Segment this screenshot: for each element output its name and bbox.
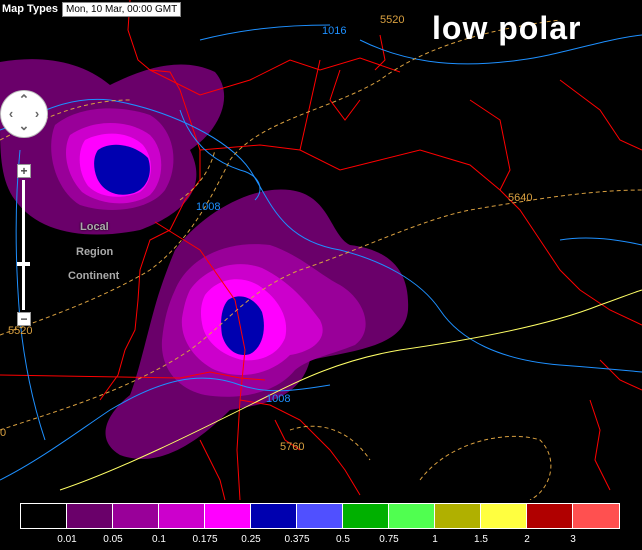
zoom-out-button[interactable]: − <box>17 312 31 326</box>
legend-label: 2 <box>524 534 530 545</box>
legend-label: 0.1 <box>152 534 166 545</box>
contour-label-5520-a: 5520 <box>380 14 404 26</box>
legend-swatch <box>251 504 297 528</box>
zoom-slider-track[interactable] <box>22 180 25 310</box>
legend-swatch <box>481 504 527 528</box>
legend-swatch <box>573 504 619 528</box>
legend-label: 1 <box>432 534 438 545</box>
legend-label: 0.05 <box>103 534 123 545</box>
zoom-level-local[interactable]: Local <box>80 221 109 233</box>
map-title: low polar <box>432 10 582 46</box>
legend-label: 0.375 <box>284 534 310 545</box>
precip-area-south <box>105 189 409 459</box>
zoom-slider-handle[interactable] <box>17 262 30 266</box>
legend-swatch <box>527 504 573 528</box>
contour-label-5640: 5640 <box>508 192 532 204</box>
pan-left-icon[interactable]: ‹ <box>4 107 18 121</box>
legend-label: 0.5 <box>336 534 350 545</box>
legend-label: 0.75 <box>379 534 399 545</box>
zoom-in-button[interactable]: + <box>17 164 31 178</box>
legend-swatch <box>159 504 205 528</box>
pan-down-icon[interactable]: ⌄ <box>17 119 31 133</box>
contour-label-1016: 1016 <box>322 25 346 37</box>
contour-label-0: 0 <box>0 427 6 439</box>
legend-swatch <box>297 504 343 528</box>
legend-label: 1.5 <box>474 534 488 545</box>
contour-label-5760: 5760 <box>280 441 304 453</box>
pan-up-icon[interactable]: ⌃ <box>17 93 31 107</box>
contour-label-5520-b: 5520 <box>8 325 32 337</box>
zoom-level-continent[interactable]: Continent <box>68 270 119 282</box>
legend-label: 0.175 <box>192 534 218 545</box>
precip-area-north <box>0 59 225 235</box>
legend-swatch <box>113 504 159 528</box>
pan-control[interactable]: ⌃ ‹ › ⌄ <box>0 90 48 138</box>
contour-label-1008-b: 1008 <box>266 393 290 405</box>
map-types-menu[interactable]: Map Types <box>0 3 60 15</box>
legend-swatch <box>21 504 67 528</box>
legend-swatch <box>389 504 435 528</box>
legend-label: 0.01 <box>57 534 77 545</box>
legend-swatch <box>67 504 113 528</box>
datetime-selector[interactable]: Mon, 10 Mar, 00:00 GMT <box>62 1 182 17</box>
legend-swatch <box>205 504 251 528</box>
legend-color-bar <box>20 503 620 529</box>
pan-right-icon[interactable]: › <box>30 107 44 121</box>
legend-swatch <box>343 504 389 528</box>
zoom-level-region[interactable]: Region <box>76 246 113 258</box>
legend-label: 0.25 <box>241 534 261 545</box>
legend-label: 3 <box>570 534 576 545</box>
map-toolbar: Map Types Mon, 10 Mar, 00:00 GMT <box>0 0 182 18</box>
legend-swatch <box>435 504 481 528</box>
contour-label-1008-a: 1008 <box>196 201 220 213</box>
